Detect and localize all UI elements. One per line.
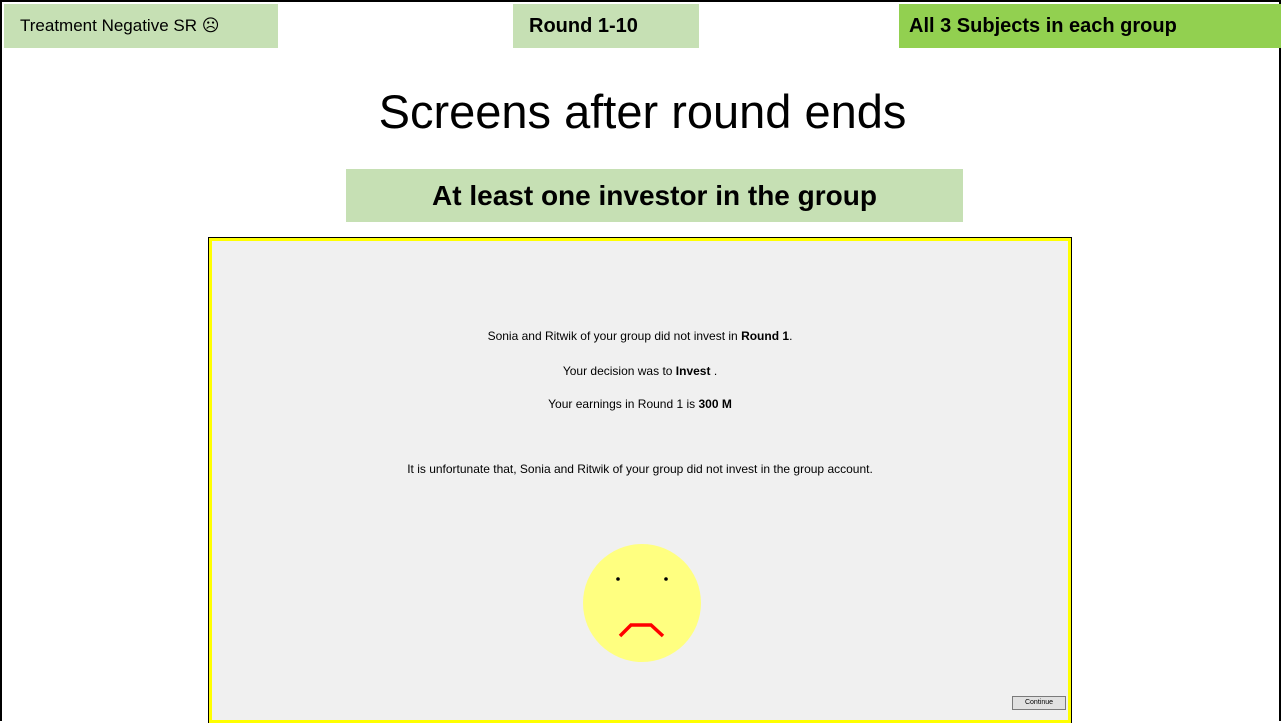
others-decision-suffix: . bbox=[789, 329, 793, 343]
continue-button[interactable]: Continue bbox=[1012, 696, 1066, 710]
experiment-screen: Sonia and Ritwik of your group did not i… bbox=[208, 237, 1072, 723]
slide-title: Screens after round ends bbox=[378, 85, 907, 138]
round-tag: Round 1-10 bbox=[513, 4, 699, 48]
round-number: Round 1 bbox=[741, 329, 790, 343]
your-decision-value: Invest bbox=[675, 364, 711, 378]
earnings-prefix: Your earnings in Round 1 is bbox=[548, 397, 699, 411]
sad-face-icon bbox=[582, 543, 702, 668]
earnings-value: 300 M bbox=[698, 397, 732, 411]
your-decision-text: Your decision was to Invest . bbox=[212, 364, 1068, 378]
others-decision-text: Sonia and Ritwik of your group did not i… bbox=[212, 329, 1068, 343]
your-decision-suffix: . bbox=[710, 364, 718, 378]
feedback-message: It is unfortunate that, Sonia and Ritwik… bbox=[407, 462, 873, 476]
section-banner: At least one investor in the group bbox=[346, 169, 963, 222]
others-decision-prefix: Sonia and Ritwik of your group did not i… bbox=[487, 329, 742, 343]
treatment-tag: Treatment Negative SR ☹ bbox=[4, 4, 278, 48]
earnings-text: Your earnings in Round 1 is 300 M bbox=[212, 397, 1068, 411]
your-decision-prefix: Your decision was to bbox=[562, 364, 676, 378]
subjects-tag: All 3 Subjects in each group bbox=[899, 4, 1281, 48]
